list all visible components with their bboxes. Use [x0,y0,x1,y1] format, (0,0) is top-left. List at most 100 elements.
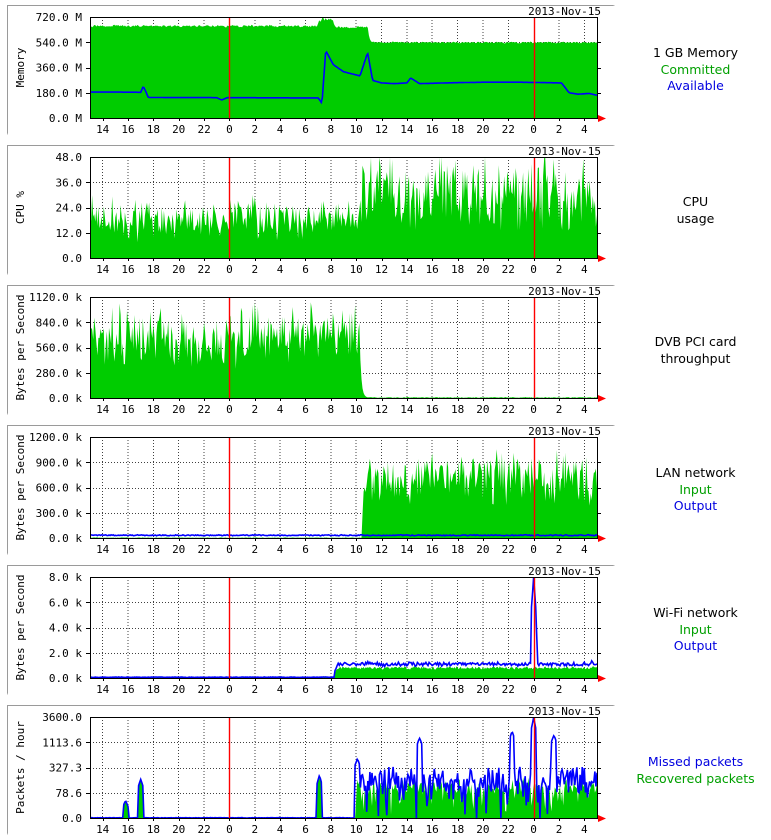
y-tick-label: 0.0 M [49,112,82,125]
y-tick-label: 48.0 [56,151,83,164]
x-tick-label: 18 [451,123,464,136]
y-tick-label: 4.0 k [49,622,82,635]
x-tick-label: 18 [451,403,464,416]
x-tick-label: 20 [476,263,489,276]
date-stamp: 2013-Nov-15 [528,566,601,578]
legend-line-cpu-1: usage [676,210,715,226]
x-tick-label: 16 [426,823,439,836]
x-tick-label: 14 [96,263,110,276]
x-tick-label: 22 [502,403,515,416]
x-tick-label: 2 [556,403,563,416]
x-tick-label: 2 [556,823,563,836]
x-tick-label: 4 [581,823,588,836]
y-tick-label: 180.0 M [36,87,83,100]
y-tick-label: 12.0 [56,227,83,240]
x-tick-label: 16 [426,683,439,696]
x-tick-label: 4 [277,543,284,556]
x-tick-label: 20 [172,543,185,556]
graph-frame-cpu: 14 16 18 20 22 0 2 4 6 8 10 12 14 16 18 20 22 0 2 4 0.0 12.0 2… [7,145,616,276]
x-tick-label: 4 [581,263,588,276]
monitoring-dashboard: 14 16 18 20 22 0 2 4 6 8 10 12 14 16 18 20 22 0 2 4 0.0 M 180… [0,0,771,840]
graph-frame-wifi: 14 16 18 20 22 0 2 4 6 8 10 12 14 16 18 20 22 0 2 4 0.0 k 2.0… [7,565,616,696]
y-axis-label: Bytes per Second [14,575,27,681]
x-tick-label: 20 [476,123,489,136]
graph-panel-memory: 14 16 18 20 22 0 2 4 6 8 10 12 14 16 18 20 22 0 2 4 0.0 M 180… [0,0,771,140]
x-tick-label: 12 [375,823,388,836]
x-tick-label: 14 [400,263,414,276]
legend-wifi: Wi-Fi network Input Output [620,605,771,655]
x-tick-label: 14 [400,123,414,136]
x-tick-label: 6 [302,263,309,276]
y-tick-label: 78.6 [56,787,83,800]
legend-line-packets-0: Missed packets [647,754,744,769]
x-tick-label: 16 [426,263,439,276]
y-axis-label: Packets / hour [14,721,27,814]
y-tick-label: 360.0 M [36,62,83,75]
x-tick-label: 22 [197,823,210,836]
y-tick-label: 1200.0 k [29,431,82,444]
x-tick-label: 8 [327,823,334,836]
legend-cpu: CPU usage [620,194,771,227]
y-tick-label: 3600.0 [42,711,82,724]
x-tick-label: 20 [172,263,185,276]
y-tick-label: 0.0 [62,252,82,265]
x-tick-label: 22 [197,123,210,136]
x-tick-label: 10 [350,823,363,836]
graph-panel-dvb: 14 16 18 20 22 0 2 4 6 8 10 12 14 16 18 20 22 0 2 4 0.0 k 280… [0,280,771,420]
x-tick-label: 16 [121,123,134,136]
graph-panel-lan: 14 16 18 20 22 0 2 4 6 8 10 12 14 16 18 20 22 0 2 4 0.0 k 300… [0,420,771,560]
x-tick-label: 4 [581,123,588,136]
y-tick-label: 1120.0 k [29,291,82,304]
x-tick-label: 0 [226,123,233,136]
date-stamp: 2013-Nov-15 [528,146,601,158]
date-stamp: 2013-Nov-15 [528,426,601,438]
legend-line-cpu-0: CPU [682,194,709,209]
graph-plot-wifi: 14 16 18 20 22 0 2 4 6 8 10 12 14 16 18 20 22 0 2 4 0.0 k 2.0… [8,566,616,696]
x-tick-label: 0 [226,823,233,836]
y-axis-label: Bytes per Second [14,295,27,401]
x-tick-label: 2 [556,683,563,696]
x-tick-label: 20 [172,123,185,136]
legend-line-lan-1: Input [679,481,712,497]
x-tick-label: 14 [96,543,110,556]
y-axis-label: CPU % [14,191,27,224]
graph-frame-memory: 14 16 18 20 22 0 2 4 6 8 10 12 14 16 18 20 22 0 2 4 0.0 M 180… [7,5,616,136]
x-tick-label: 22 [197,403,210,416]
x-tick-label: 0 [530,263,537,276]
x-tick-label: 14 [96,823,110,836]
x-tick-label: 14 [96,403,110,416]
x-tick-label: 4 [581,403,588,416]
x-tick-label: 14 [96,683,110,696]
graph-canvas-packets: 14 16 18 20 22 0 2 4 6 8 10 12 14 16 18 20 22 0 2 4 0.0 78.6 3… [8,706,616,836]
legend-line-wifi-0: Wi-Fi network [653,605,738,620]
x-tick-label: 14 [400,683,414,696]
x-tick-label: 20 [172,403,185,416]
x-tick-label: 2 [251,123,258,136]
legend-dvb: DVB PCI card throughput [620,334,771,367]
x-tick-label: 6 [302,403,309,416]
x-tick-label: 4 [581,683,588,696]
x-tick-label: 10 [350,683,363,696]
x-tick-label: 2 [556,543,563,556]
x-tick-label: 22 [197,543,210,556]
x-tick-label: 14 [400,823,414,836]
x-tick-label: 10 [350,123,363,136]
x-tick-label: 10 [350,403,363,416]
x-tick-label: 16 [121,683,134,696]
graph-canvas-dvb: 14 16 18 20 22 0 2 4 6 8 10 12 14 16 18 20 22 0 2 4 0.0 k 280… [8,286,616,416]
y-tick-label: 8.0 k [49,571,82,584]
graph-canvas-cpu: 14 16 18 20 22 0 2 4 6 8 10 12 14 16 18 20 22 0 2 4 0.0 12.0 2… [8,146,616,276]
x-tick-label: 16 [426,543,439,556]
y-tick-label: 0.0 k [49,532,82,545]
graph-plot-packets: 14 16 18 20 22 0 2 4 6 8 10 12 14 16 18 20 22 0 2 4 0.0 78.6 3… [8,706,616,836]
graph-plot-cpu: 14 16 18 20 22 0 2 4 6 8 10 12 14 16 18 20 22 0 2 4 0.0 12.0 2… [8,146,616,276]
graph-frame-packets: 14 16 18 20 22 0 2 4 6 8 10 12 14 16 18 20 22 0 2 4 0.0 78.6 3… [7,705,616,836]
x-tick-label: 2 [251,543,258,556]
x-tick-label: 4 [277,263,284,276]
legend-line-wifi-1: Input [679,621,712,637]
x-tick-label: 16 [121,263,134,276]
x-tick-label: 4 [277,123,284,136]
y-tick-label: 6.0 k [49,596,82,609]
x-tick-label: 22 [502,823,515,836]
x-tick-label: 2 [251,403,258,416]
